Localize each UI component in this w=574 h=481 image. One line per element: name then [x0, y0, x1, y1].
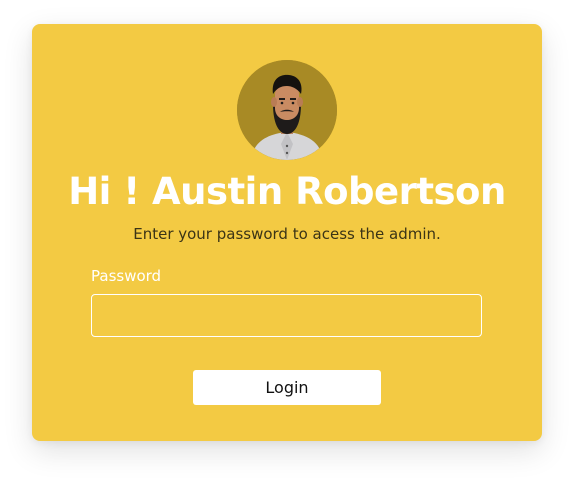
greeting-title: Hi ! Austin Robertson — [68, 170, 506, 213]
password-input[interactable] — [91, 294, 482, 337]
login-card: Hi ! Austin Robertson Enter your passwor… — [32, 24, 542, 441]
avatar-illustration-icon — [237, 60, 337, 160]
login-button[interactable]: Login — [193, 370, 381, 405]
login-subtitle: Enter your password to acess the admin. — [133, 225, 441, 243]
user-avatar — [237, 60, 337, 160]
password-label: Password — [91, 267, 162, 285]
